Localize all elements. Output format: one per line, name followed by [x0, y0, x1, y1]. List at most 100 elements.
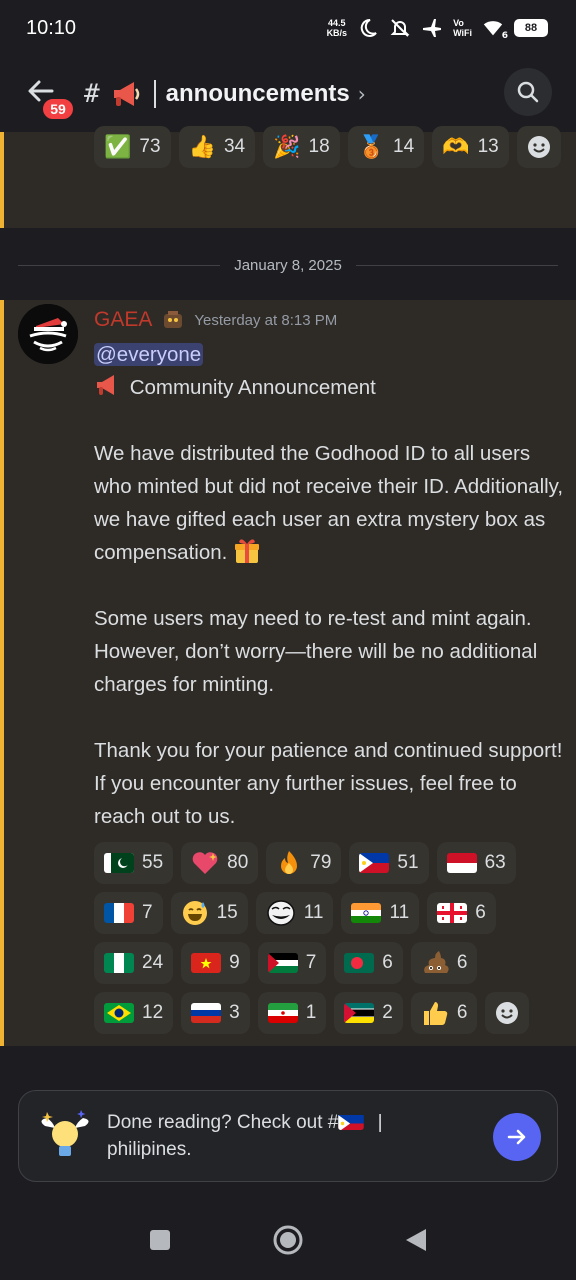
reaction-heart-hands[interactable]: 🫶 13 — [432, 126, 509, 168]
mozambique-flag-icon — [344, 1003, 375, 1023]
bronze-medal-icon: 🥉 — [357, 134, 386, 159]
bell-off-icon — [389, 17, 411, 39]
header-divider — [153, 80, 156, 108]
separator-line — [355, 264, 559, 266]
reaction-india-flag[interactable]: 11 — [341, 892, 420, 934]
reaction-bangladesh-flag[interactable]: 6 — [334, 942, 403, 984]
paragraph-2: Some users may need to re-test and mint … — [94, 607, 538, 696]
reaction-count: 34 — [223, 136, 246, 157]
nigeria-flag-icon — [104, 953, 134, 973]
bangladesh-flag-icon — [344, 953, 375, 973]
gaea-logo-icon — [18, 304, 78, 364]
channel-header: 59 # announcements › — [0, 56, 576, 132]
russia-flag-icon — [191, 1003, 222, 1023]
prev-reactions: ✅ 73 👍 34 🎉 18 🥉 14 🫶 13 — [94, 126, 564, 168]
reaction-count: 11 — [303, 902, 324, 923]
message-header: GAEA Yesterday at 8:13 PM — [94, 308, 337, 332]
date-separator: January 8, 2025 — [18, 252, 559, 278]
recents-icon[interactable] — [148, 1228, 172, 1252]
reaction-count: 12 — [142, 1002, 164, 1023]
reaction-nigeria-flag[interactable]: 24 — [94, 942, 174, 984]
status-bar: 10:10 44.5 KB/s Vo WiFi 6 88 — [0, 0, 576, 56]
chevron-right-icon[interactable]: › — [358, 82, 366, 106]
add-reaction-button[interactable] — [485, 992, 530, 1034]
reaction-count: 14 — [393, 136, 415, 157]
reaction-france-flag[interactable]: 7 — [94, 892, 163, 934]
poop-icon — [421, 949, 449, 977]
reaction-sparkling-heart[interactable]: 80 — [181, 842, 259, 884]
reaction-count: 80 — [227, 852, 249, 873]
previous-message: ✅ 73 👍 34 🎉 18 🥉 14 🫶 13 — [0, 126, 576, 228]
avatar[interactable] — [18, 304, 78, 364]
reaction-mozambique-flag[interactable]: 2 — [334, 992, 403, 1034]
reaction-count: 24 — [142, 952, 164, 973]
reaction-count: 3 — [229, 1002, 240, 1023]
author-name[interactable]: GAEA — [94, 308, 152, 332]
next-channel-prompt[interactable]: Done reading? Check out # | philipines. — [18, 1090, 558, 1182]
reaction-check[interactable]: ✅ 73 — [94, 126, 171, 168]
party-popper-icon: 🎉 — [273, 134, 301, 159]
sparkling-heart-icon — [191, 850, 219, 876]
search-button[interactable] — [504, 68, 552, 116]
everyone-mention[interactable]: @everyone — [94, 343, 204, 366]
paragraph-1-text: We have distributed the Godhood ID to al… — [94, 442, 564, 564]
reaction-philippines-flag[interactable]: 51 — [349, 842, 429, 884]
reaction-thumbs-up[interactable]: 👍 34 — [178, 126, 256, 168]
reaction-count: 6 — [456, 1002, 468, 1023]
reaction-indonesia-flag[interactable]: 63 — [436, 842, 516, 884]
sweat-smile-icon — [181, 899, 209, 927]
check-mark-icon: ✅ — [104, 134, 132, 159]
reaction-poop[interactable]: 6 — [410, 942, 478, 984]
reaction-palestine-flag[interactable]: 7 — [257, 942, 327, 984]
channel-name[interactable]: announcements — [166, 80, 350, 108]
airplane-icon — [421, 17, 443, 39]
indonesia-flag-icon — [446, 853, 477, 873]
reaction-count: 6 — [382, 952, 393, 973]
reaction-count: 6 — [475, 902, 486, 923]
france-flag-icon — [104, 903, 134, 923]
volte-bottom: WiFi — [453, 28, 472, 38]
reaction-georgia-flag[interactable]: 6 — [427, 892, 496, 934]
wifi-icon: 6 — [482, 17, 508, 41]
lightbulb-icon — [41, 1110, 89, 1156]
reaction-count: 7 — [142, 902, 153, 923]
reaction-sweat-smile[interactable]: 15 — [170, 892, 248, 934]
reaction-count: 6 — [456, 952, 468, 973]
reaction-fire[interactable]: 79 — [266, 842, 342, 884]
reaction-pakistan-flag[interactable]: 55 — [94, 842, 174, 884]
message-body: @everyone Community Announcement We have… — [94, 338, 564, 833]
reaction-count: 63 — [484, 852, 506, 873]
go-button[interactable] — [493, 1113, 541, 1161]
net-speed-unit: KB/s — [326, 28, 348, 38]
reaction-count: 15 — [216, 902, 238, 923]
thumbs-up-icon: 👍 — [188, 134, 216, 159]
separator-line — [18, 264, 221, 266]
reaction-count: 51 — [397, 852, 419, 873]
prompt-separator: | — [377, 1112, 383, 1133]
reaction-russia-flag[interactable]: 3 — [181, 992, 250, 1034]
reaction-count: 18 — [308, 136, 330, 157]
palestine-flag-icon — [267, 953, 298, 973]
unread-badge: 59 — [40, 96, 76, 122]
reaction-party[interactable]: 🎉 18 — [263, 126, 340, 168]
battery-icon: 88 — [514, 19, 548, 37]
reaction-troll-face[interactable]: 11 — [255, 892, 334, 934]
prompt-line-1: Done reading? Check out # | — [107, 1109, 407, 1136]
reaction-vietnam-flag[interactable]: 9 — [181, 942, 250, 984]
vietnam-flag-icon — [191, 953, 222, 973]
status-time: 10:10 — [26, 16, 77, 39]
reaction-brazil-flag[interactable]: 12 — [94, 992, 174, 1034]
back-triangle-icon[interactable] — [404, 1227, 428, 1253]
reaction-count: 73 — [139, 136, 161, 157]
reaction-iran-flag[interactable]: 1 — [257, 992, 327, 1034]
wifi-sub: 6 — [501, 31, 508, 41]
reaction-thumbs-up[interactable]: 6 — [410, 992, 478, 1034]
philippines-flag-icon — [338, 1113, 365, 1130]
home-icon[interactable] — [272, 1224, 304, 1256]
reaction-medal[interactable]: 🥉 14 — [347, 126, 425, 168]
iran-flag-icon — [267, 1003, 298, 1023]
back-button[interactable]: 59 — [26, 74, 76, 122]
add-reaction-button[interactable] — [516, 126, 561, 168]
georgia-flag-icon — [437, 903, 468, 923]
smiley-icon — [496, 1002, 519, 1024]
